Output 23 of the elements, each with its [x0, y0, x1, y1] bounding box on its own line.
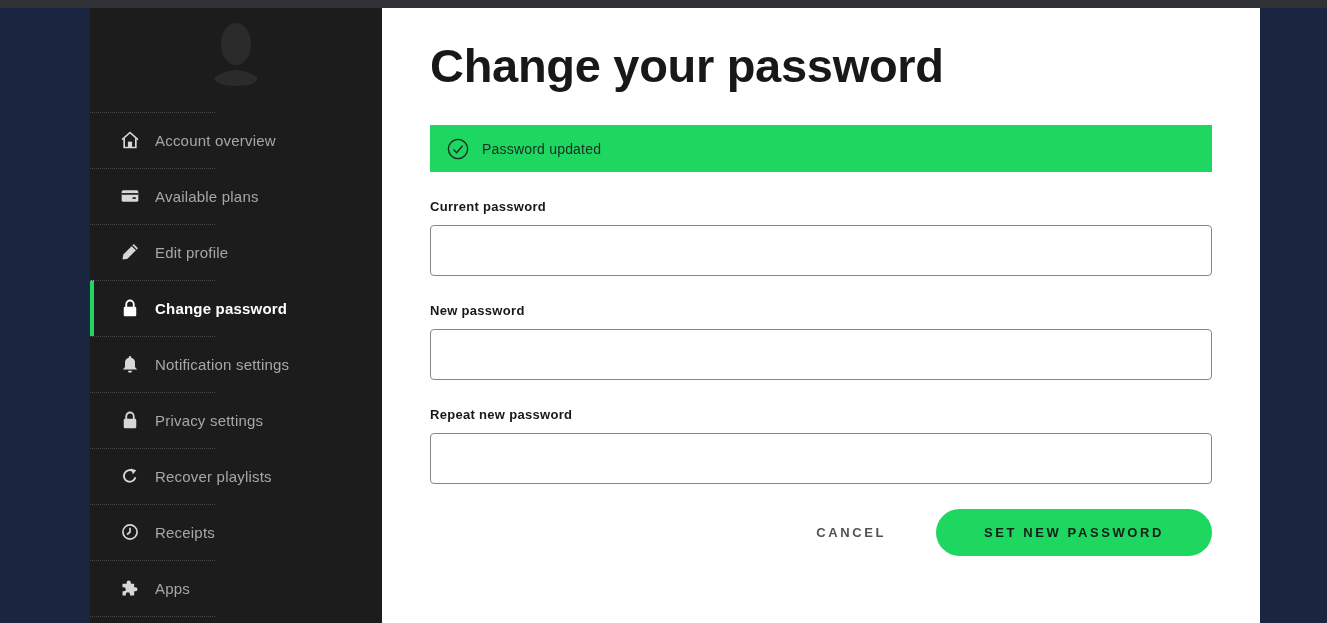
sidebar-item[interactable]: Apps: [90, 560, 382, 616]
home-icon: [120, 130, 140, 150]
clock-icon: [120, 522, 140, 542]
field-label: New password: [430, 303, 525, 319]
puzzle-piece-icon: [120, 578, 140, 598]
pencil-icon: [120, 242, 140, 262]
sidebar-item[interactable]: Account overview: [90, 112, 382, 168]
check-circle-icon: [447, 137, 469, 160]
password-field[interactable]: [430, 225, 1212, 276]
field-label: Current password: [430, 199, 547, 215]
sidebar-item[interactable]: Available plans: [90, 168, 382, 224]
sidebar-item[interactable]: Notification settings: [90, 336, 382, 392]
set-password-button[interactable]: SET NEW PASSWORD: [935, 509, 1212, 556]
cancel-button[interactable]: CANCEL: [800, 513, 902, 552]
sidebar-item[interactable]: Privacy settings: [90, 392, 382, 448]
password-field[interactable]: [430, 329, 1212, 380]
sidebar-item[interactable]: Recover playlists: [90, 448, 382, 504]
banner-message: Password updated: [482, 139, 602, 158]
sidebar-item[interactable]: Edit profile: [90, 224, 382, 280]
sidebar-item[interactable]: Receipts: [90, 504, 382, 560]
field-label: Repeat new password: [430, 407, 573, 423]
password-field[interactable]: [430, 433, 1212, 484]
page-title: Change your password: [430, 38, 944, 94]
